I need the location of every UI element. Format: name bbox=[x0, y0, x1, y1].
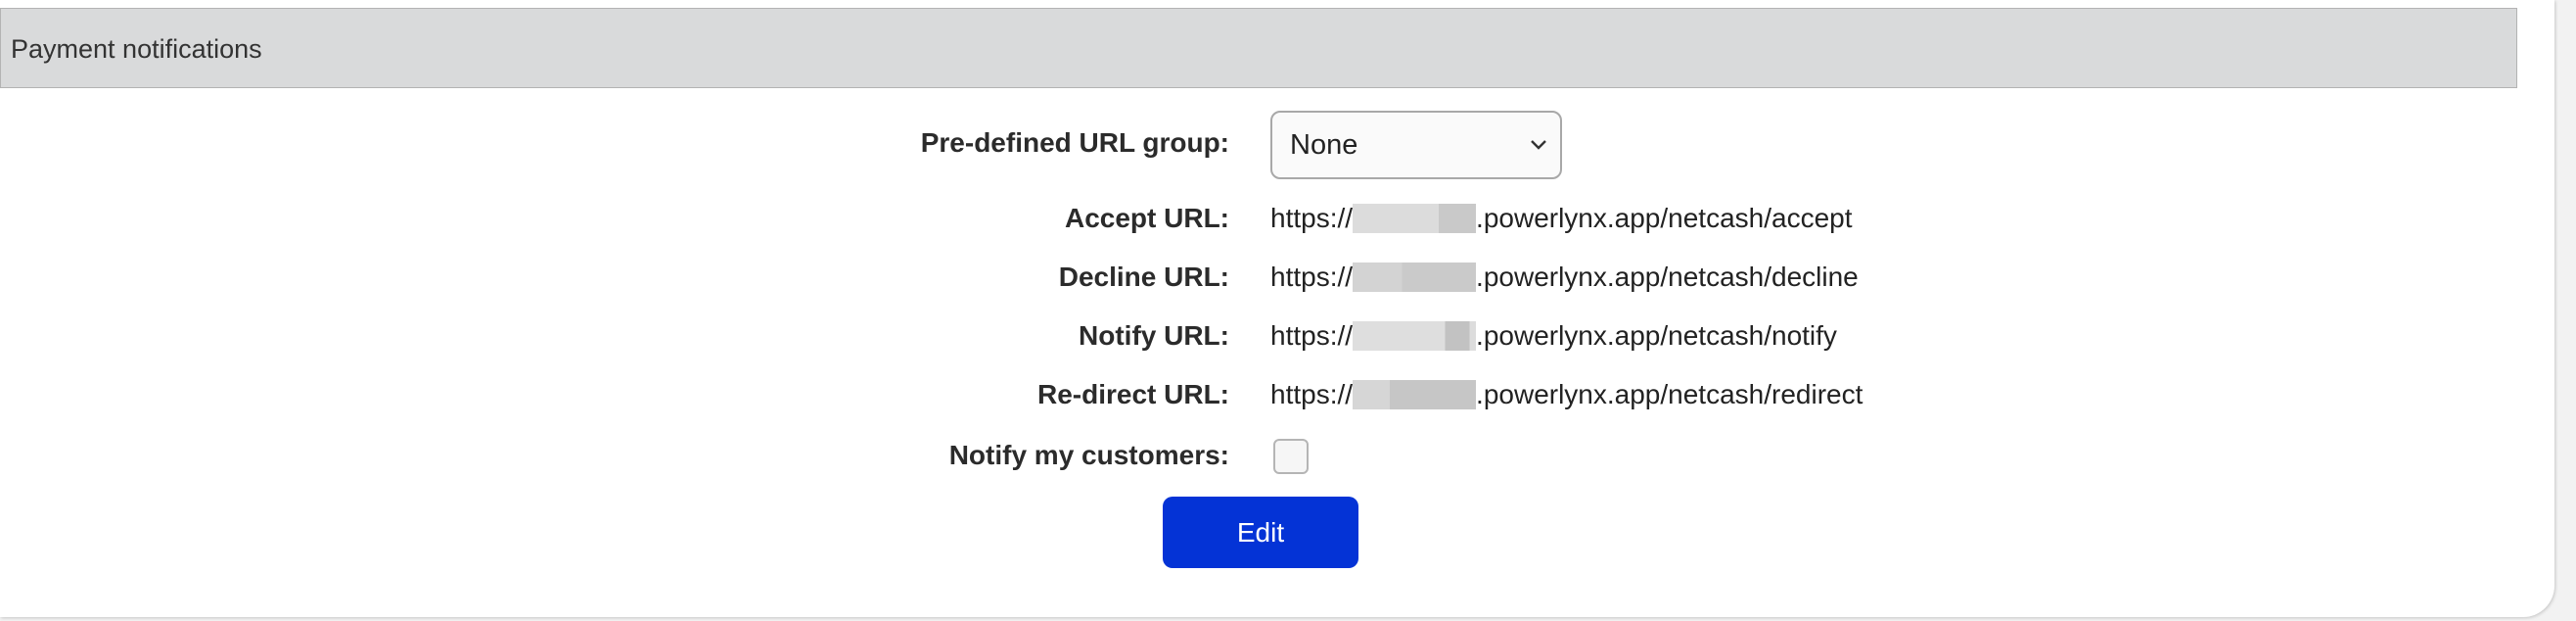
edit-button[interactable]: Edit bbox=[1163, 497, 1358, 568]
redirect-url-value: https:// .powerlynx.app/netcash/redirect bbox=[1270, 379, 1863, 410]
url-group-label: Pre-defined URL group: bbox=[920, 127, 1229, 158]
redirect-url-suffix: .powerlynx.app/netcash/redirect bbox=[1476, 379, 1863, 409]
accept-url-label: Accept URL: bbox=[1064, 203, 1229, 233]
accept-url-value: https:// .powerlynx.app/netcash/accept bbox=[1270, 203, 1853, 234]
notify-url-value: https:// .powerlynx.app/netcash/notify bbox=[1270, 320, 1837, 352]
notify-url-label: Notify URL: bbox=[1079, 320, 1229, 351]
notify-customers-checkbox[interactable] bbox=[1273, 439, 1309, 474]
chevron-down-icon bbox=[1531, 140, 1546, 150]
redirect-url-prefix: https:// bbox=[1270, 379, 1354, 409]
redacted-subdomain bbox=[1353, 204, 1477, 233]
decline-url-label: Decline URL: bbox=[1058, 262, 1229, 292]
notify-url-suffix: .powerlynx.app/netcash/notify bbox=[1476, 320, 1837, 351]
redacted-subdomain bbox=[1353, 380, 1477, 409]
notify-customers-label: Notify my customers: bbox=[948, 440, 1229, 470]
decline-url-prefix: https:// bbox=[1270, 262, 1354, 292]
url-group-selected-value: None bbox=[1290, 129, 1358, 161]
redirect-url-label: Re-direct URL: bbox=[1036, 379, 1229, 409]
redacted-subdomain bbox=[1353, 321, 1477, 351]
accept-url-suffix: .powerlynx.app/netcash/accept bbox=[1476, 203, 1853, 233]
accept-url-prefix: https:// bbox=[1270, 203, 1354, 233]
url-group-select[interactable]: None bbox=[1270, 111, 1562, 179]
payment-notifications-panel: Payment notifications Pre-defined URL gr… bbox=[0, 0, 2554, 617]
decline-url-suffix: .powerlynx.app/netcash/decline bbox=[1476, 262, 1859, 292]
section-title: Payment notifications bbox=[11, 34, 262, 64]
redacted-subdomain bbox=[1353, 263, 1477, 292]
notify-url-prefix: https:// bbox=[1270, 320, 1354, 351]
decline-url-value: https:// .powerlynx.app/netcash/decline bbox=[1270, 262, 1859, 293]
section-header: Payment notifications bbox=[0, 8, 2517, 88]
